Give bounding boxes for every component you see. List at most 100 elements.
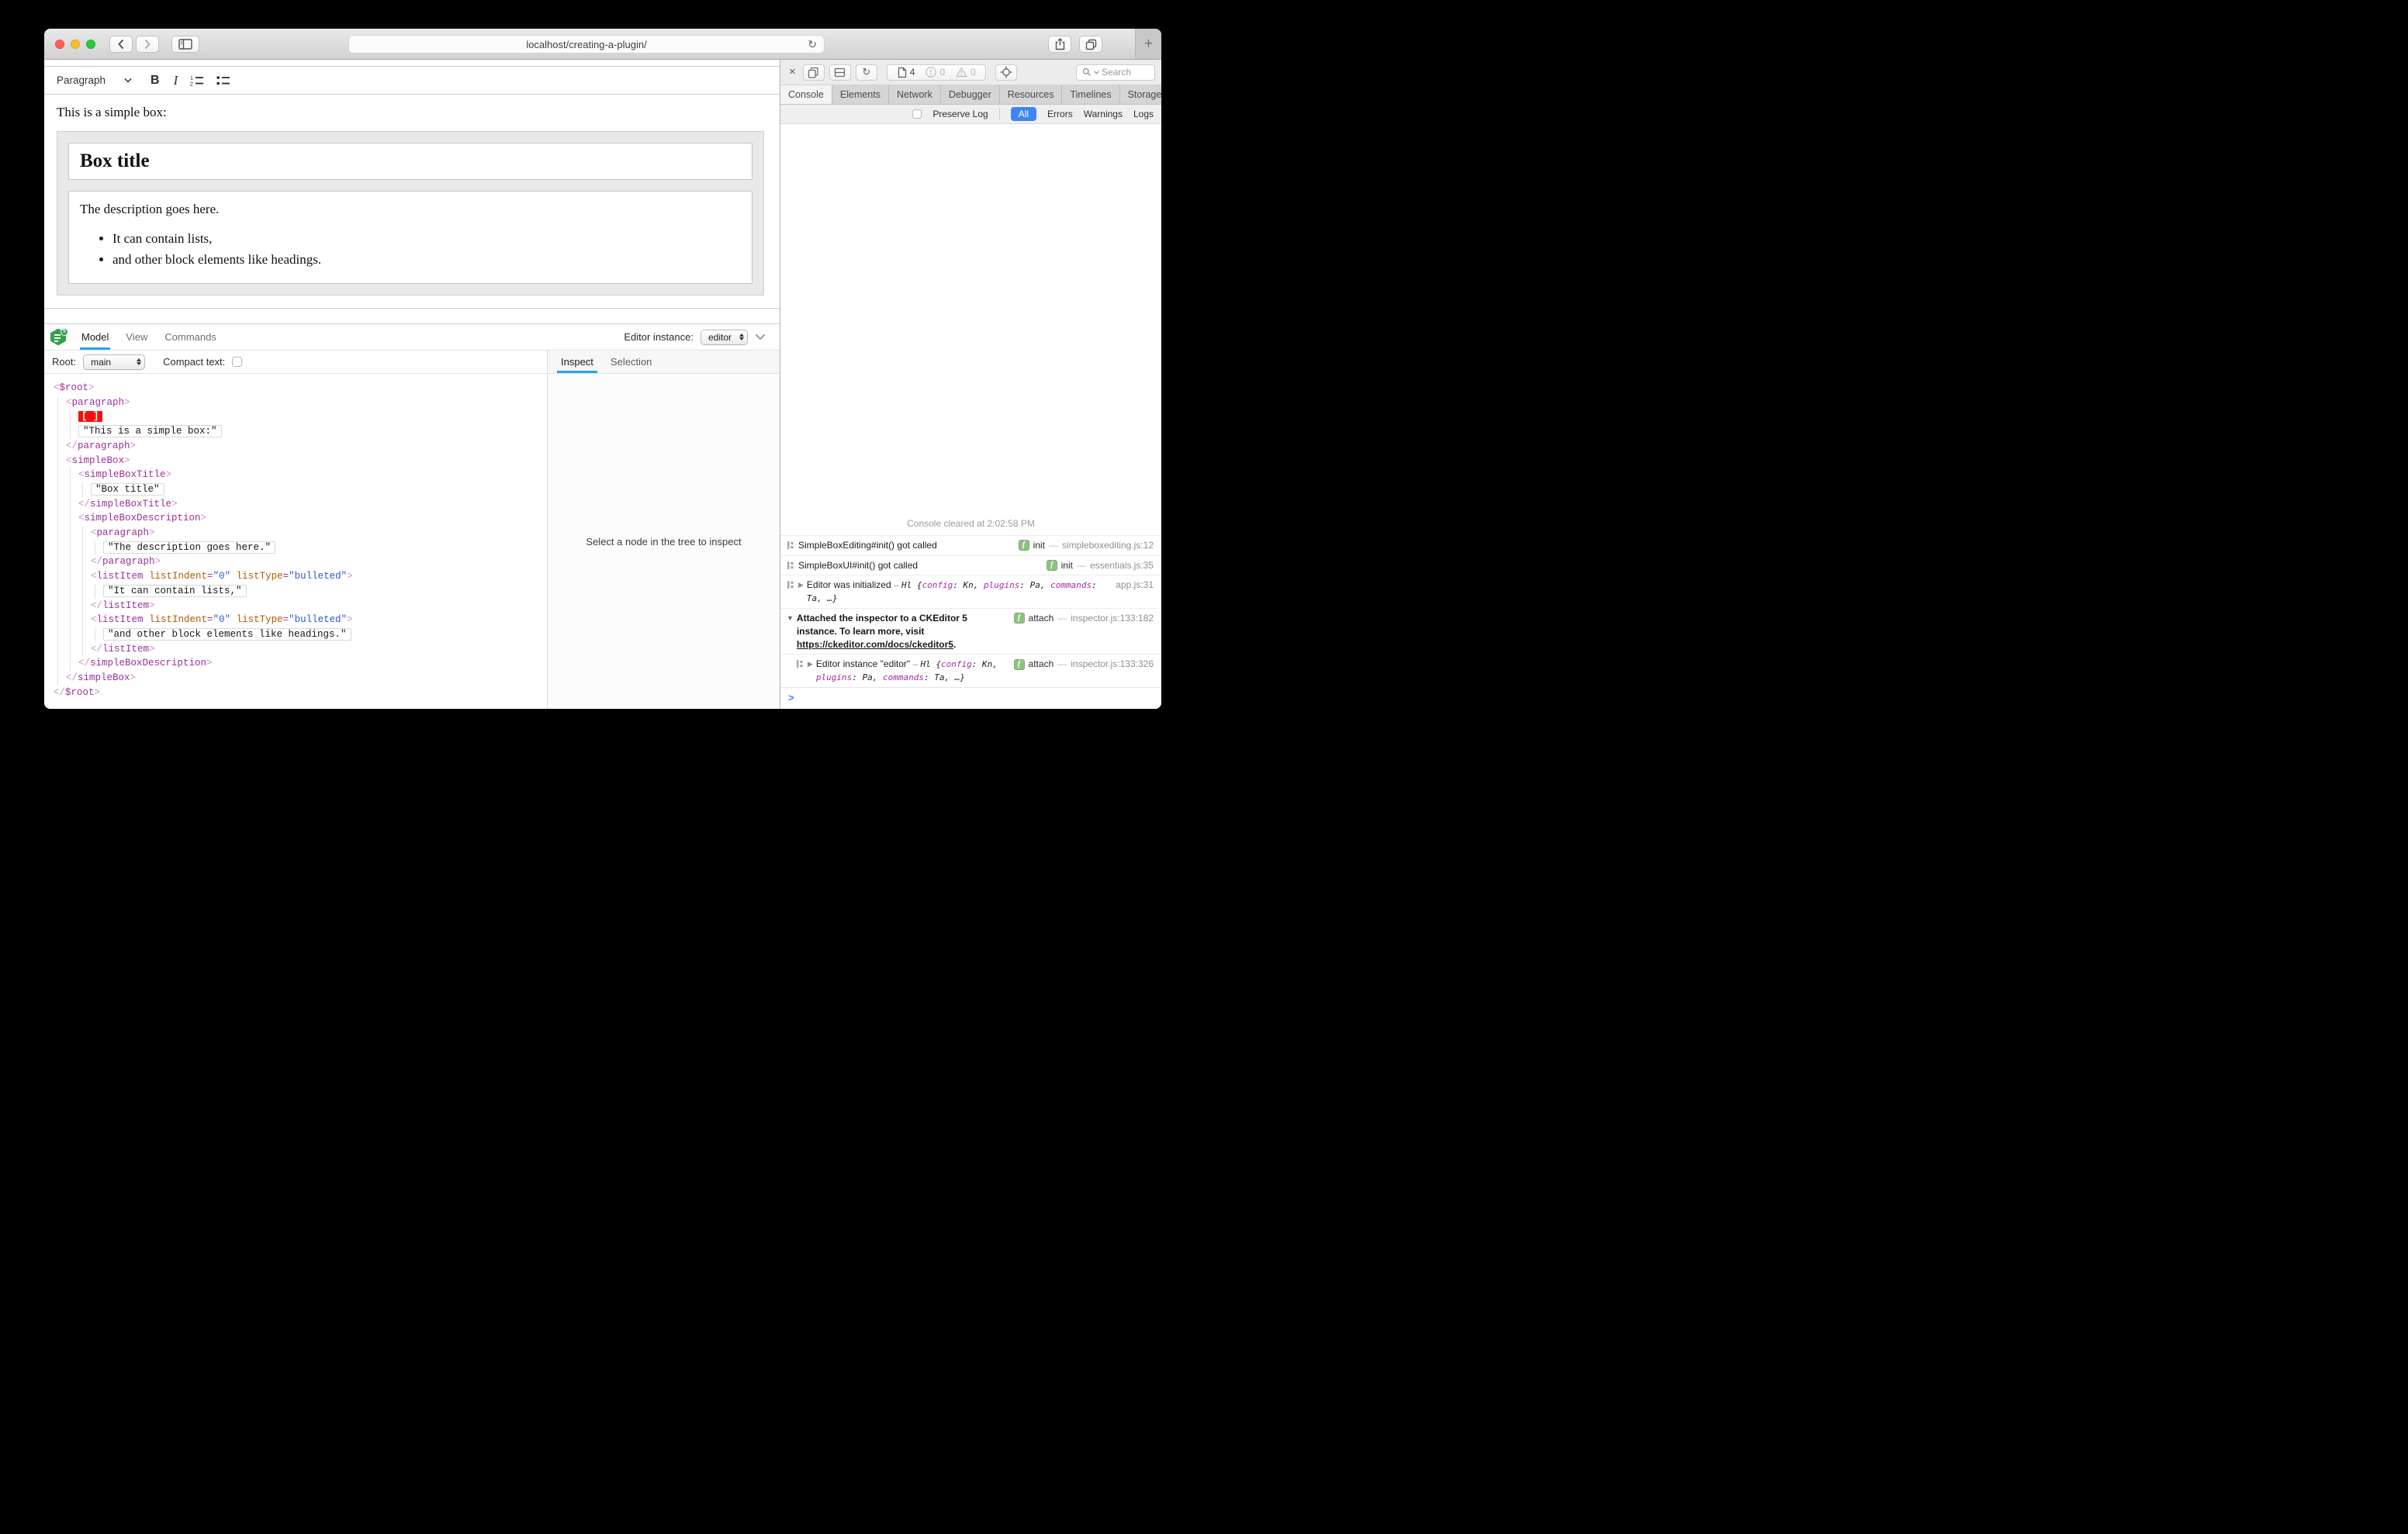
detach-devtools-button[interactable] xyxy=(802,64,825,81)
resource-count[interactable]: 4 xyxy=(897,67,915,78)
tab-resources[interactable]: Resources xyxy=(1000,85,1063,104)
text-node[interactable]: "This is a simple box:" xyxy=(78,425,222,438)
error-count[interactable]: 0 xyxy=(925,67,945,78)
tree-node-line[interactable]: <simpleBox> xyxy=(66,454,547,468)
tree-node-line[interactable]: </paragraph> xyxy=(66,439,547,454)
close-window-button[interactable] xyxy=(55,39,64,49)
tag-name: paragraph xyxy=(71,396,125,408)
text-node[interactable]: "It can contain lists," xyxy=(103,584,247,597)
editor-content[interactable]: This is a simple box: Box title The desc… xyxy=(44,95,780,308)
tab-selection[interactable]: Selection xyxy=(602,351,660,373)
element-picker-button[interactable] xyxy=(995,64,1017,81)
back-button[interactable] xyxy=(109,35,133,53)
source-location[interactable]: app.js:31 xyxy=(1116,579,1154,592)
source-location[interactable]: simpleboxediting.js:12 xyxy=(1062,539,1154,552)
tree-node-line[interactable]: <listItem listIndent="0" listType="bulle… xyxy=(91,569,547,584)
tree-node-line[interactable]: </simpleBoxDescription> xyxy=(78,656,547,671)
root-select[interactable]: main xyxy=(83,354,146,370)
preserve-log-checkbox[interactable] xyxy=(912,109,922,119)
root-value: main xyxy=(91,356,112,368)
tree-node-line[interactable]: <simpleBoxDescription> xyxy=(78,511,547,526)
close-devtools-button[interactable]: × xyxy=(787,66,798,79)
tree-node-line[interactable]: [ ] xyxy=(78,409,547,424)
source-location[interactable]: inspector.js:133:326 xyxy=(1071,658,1154,671)
console-prompt[interactable]: > xyxy=(780,687,1161,709)
tab-storage[interactable]: Storage xyxy=(1120,85,1161,104)
tree-node-line[interactable]: <simpleBoxTitle> xyxy=(78,468,547,482)
tree-node-line[interactable]: "It can contain lists," xyxy=(103,584,547,599)
new-tab-button[interactable]: + xyxy=(1135,29,1161,59)
filter-warnings[interactable]: Warnings xyxy=(1084,109,1123,119)
show-all-tabs-button[interactable] xyxy=(1079,36,1102,53)
tab-view[interactable]: View xyxy=(117,324,156,350)
editor-instance-select[interactable]: editor xyxy=(700,329,748,345)
dock-layout-button[interactable] xyxy=(829,64,851,81)
tab-debugger[interactable]: Debugger xyxy=(941,85,1000,104)
text-node[interactable]: "Box title" xyxy=(91,482,164,496)
tree-node-line[interactable]: <listItem listIndent="0" listType="bulle… xyxy=(91,613,547,627)
simple-box-widget[interactable]: Box title The description goes here. It … xyxy=(57,131,764,295)
bold-button[interactable]: B xyxy=(150,74,160,88)
intro-paragraph[interactable]: This is a simple box: xyxy=(57,105,764,120)
filter-all[interactable]: All xyxy=(1010,107,1037,121)
text-node[interactable]: "The description goes here." xyxy=(103,541,276,554)
list-item[interactable]: and other block elements like headings. xyxy=(112,250,741,270)
share-button[interactable] xyxy=(1048,36,1071,53)
tree-node-line[interactable]: </listItem> xyxy=(91,642,547,657)
text-segment: = xyxy=(282,614,289,626)
selection-marker[interactable]: [ ] xyxy=(78,411,102,423)
forward-button[interactable] xyxy=(136,35,159,53)
tree-node-line[interactable]: "and other block elements like headings.… xyxy=(103,627,547,642)
list-item[interactable]: It can contain lists, xyxy=(112,229,741,249)
tab-inspect[interactable]: Inspect xyxy=(552,351,602,373)
tree-node-line[interactable]: </simpleBox> xyxy=(66,671,547,686)
tree-node-line[interactable]: <$root> xyxy=(54,381,547,396)
reload-icon[interactable]: ↻ xyxy=(808,38,817,51)
minimize-window-button[interactable] xyxy=(71,39,80,49)
text-segment: > xyxy=(200,513,207,524)
numbered-list-button[interactable]: 12 xyxy=(190,75,204,86)
reload-page-button[interactable]: ↻ xyxy=(855,64,877,81)
italic-button[interactable]: I xyxy=(174,73,178,88)
bulleted-list-button[interactable] xyxy=(216,75,230,86)
search-field[interactable]: Search xyxy=(1076,64,1155,81)
log-message: SimpleBoxUI#init() got called xyxy=(798,559,1039,572)
heading-dropdown[interactable]: Paragraph xyxy=(57,74,132,86)
tab-timelines[interactable]: Timelines xyxy=(1062,85,1120,104)
tab-elements[interactable]: Elements xyxy=(832,85,889,104)
compact-text-checkbox[interactable] xyxy=(232,357,243,367)
filter-errors[interactable]: Errors xyxy=(1047,109,1073,119)
collapse-inspector-button[interactable] xyxy=(755,333,766,340)
tree-node-line[interactable]: </listItem> xyxy=(91,599,547,613)
tab-console[interactable]: Console xyxy=(780,85,832,104)
source-location[interactable]: inspector.js:133:182 xyxy=(1071,612,1154,625)
error-octagon-icon xyxy=(925,67,937,78)
description-paragraph[interactable]: The description goes here. xyxy=(80,202,741,217)
tab-network[interactable]: Network xyxy=(889,85,941,104)
warning-count[interactable]: 0 xyxy=(956,67,976,78)
disclosure-closed-icon[interactable]: ▶ xyxy=(808,659,813,669)
text-node[interactable]: "and other block elements like headings.… xyxy=(103,627,351,641)
tree-node-line[interactable]: "The description goes here." xyxy=(103,541,547,555)
zoom-window-button[interactable] xyxy=(86,39,95,49)
tree-node-line[interactable]: </simpleBoxTitle> xyxy=(78,497,547,512)
tree-children: [ ] "This is a simple box:" xyxy=(70,409,547,439)
tab-commands[interactable]: Commands xyxy=(156,324,224,350)
disclosure-open-icon[interactable]: ▼ xyxy=(787,613,794,624)
filter-logs[interactable]: Logs xyxy=(1133,109,1154,119)
simple-box-description[interactable]: The description goes here. It can contai… xyxy=(68,191,752,284)
tree-node-line[interactable]: </$root> xyxy=(54,686,547,700)
tree-node-line[interactable]: <paragraph> xyxy=(91,526,547,541)
disclosure-closed-icon[interactable]: ▶ xyxy=(798,580,804,590)
tree-node-line[interactable]: "This is a simple box:" xyxy=(78,424,547,439)
simple-box-title[interactable]: Box title xyxy=(68,143,752,180)
sidebar-button[interactable] xyxy=(171,35,199,53)
tab-model[interactable]: Model xyxy=(73,324,117,350)
console-link[interactable]: https://ckeditor.com/docs/ckeditor5 xyxy=(797,639,953,650)
tree-node-line[interactable]: </paragraph> xyxy=(91,555,547,569)
tree-node-line[interactable]: <paragraph> xyxy=(66,396,547,410)
console-panel: Console cleared at 2:02:58 PM SimpleBoxE… xyxy=(780,124,1161,709)
tree-node-line[interactable]: "Box title" xyxy=(91,482,547,497)
source-location[interactable]: essentials.js:35 xyxy=(1090,559,1154,572)
address-bar[interactable]: localhost/creating-a-plugin/ ↻ xyxy=(348,35,825,54)
